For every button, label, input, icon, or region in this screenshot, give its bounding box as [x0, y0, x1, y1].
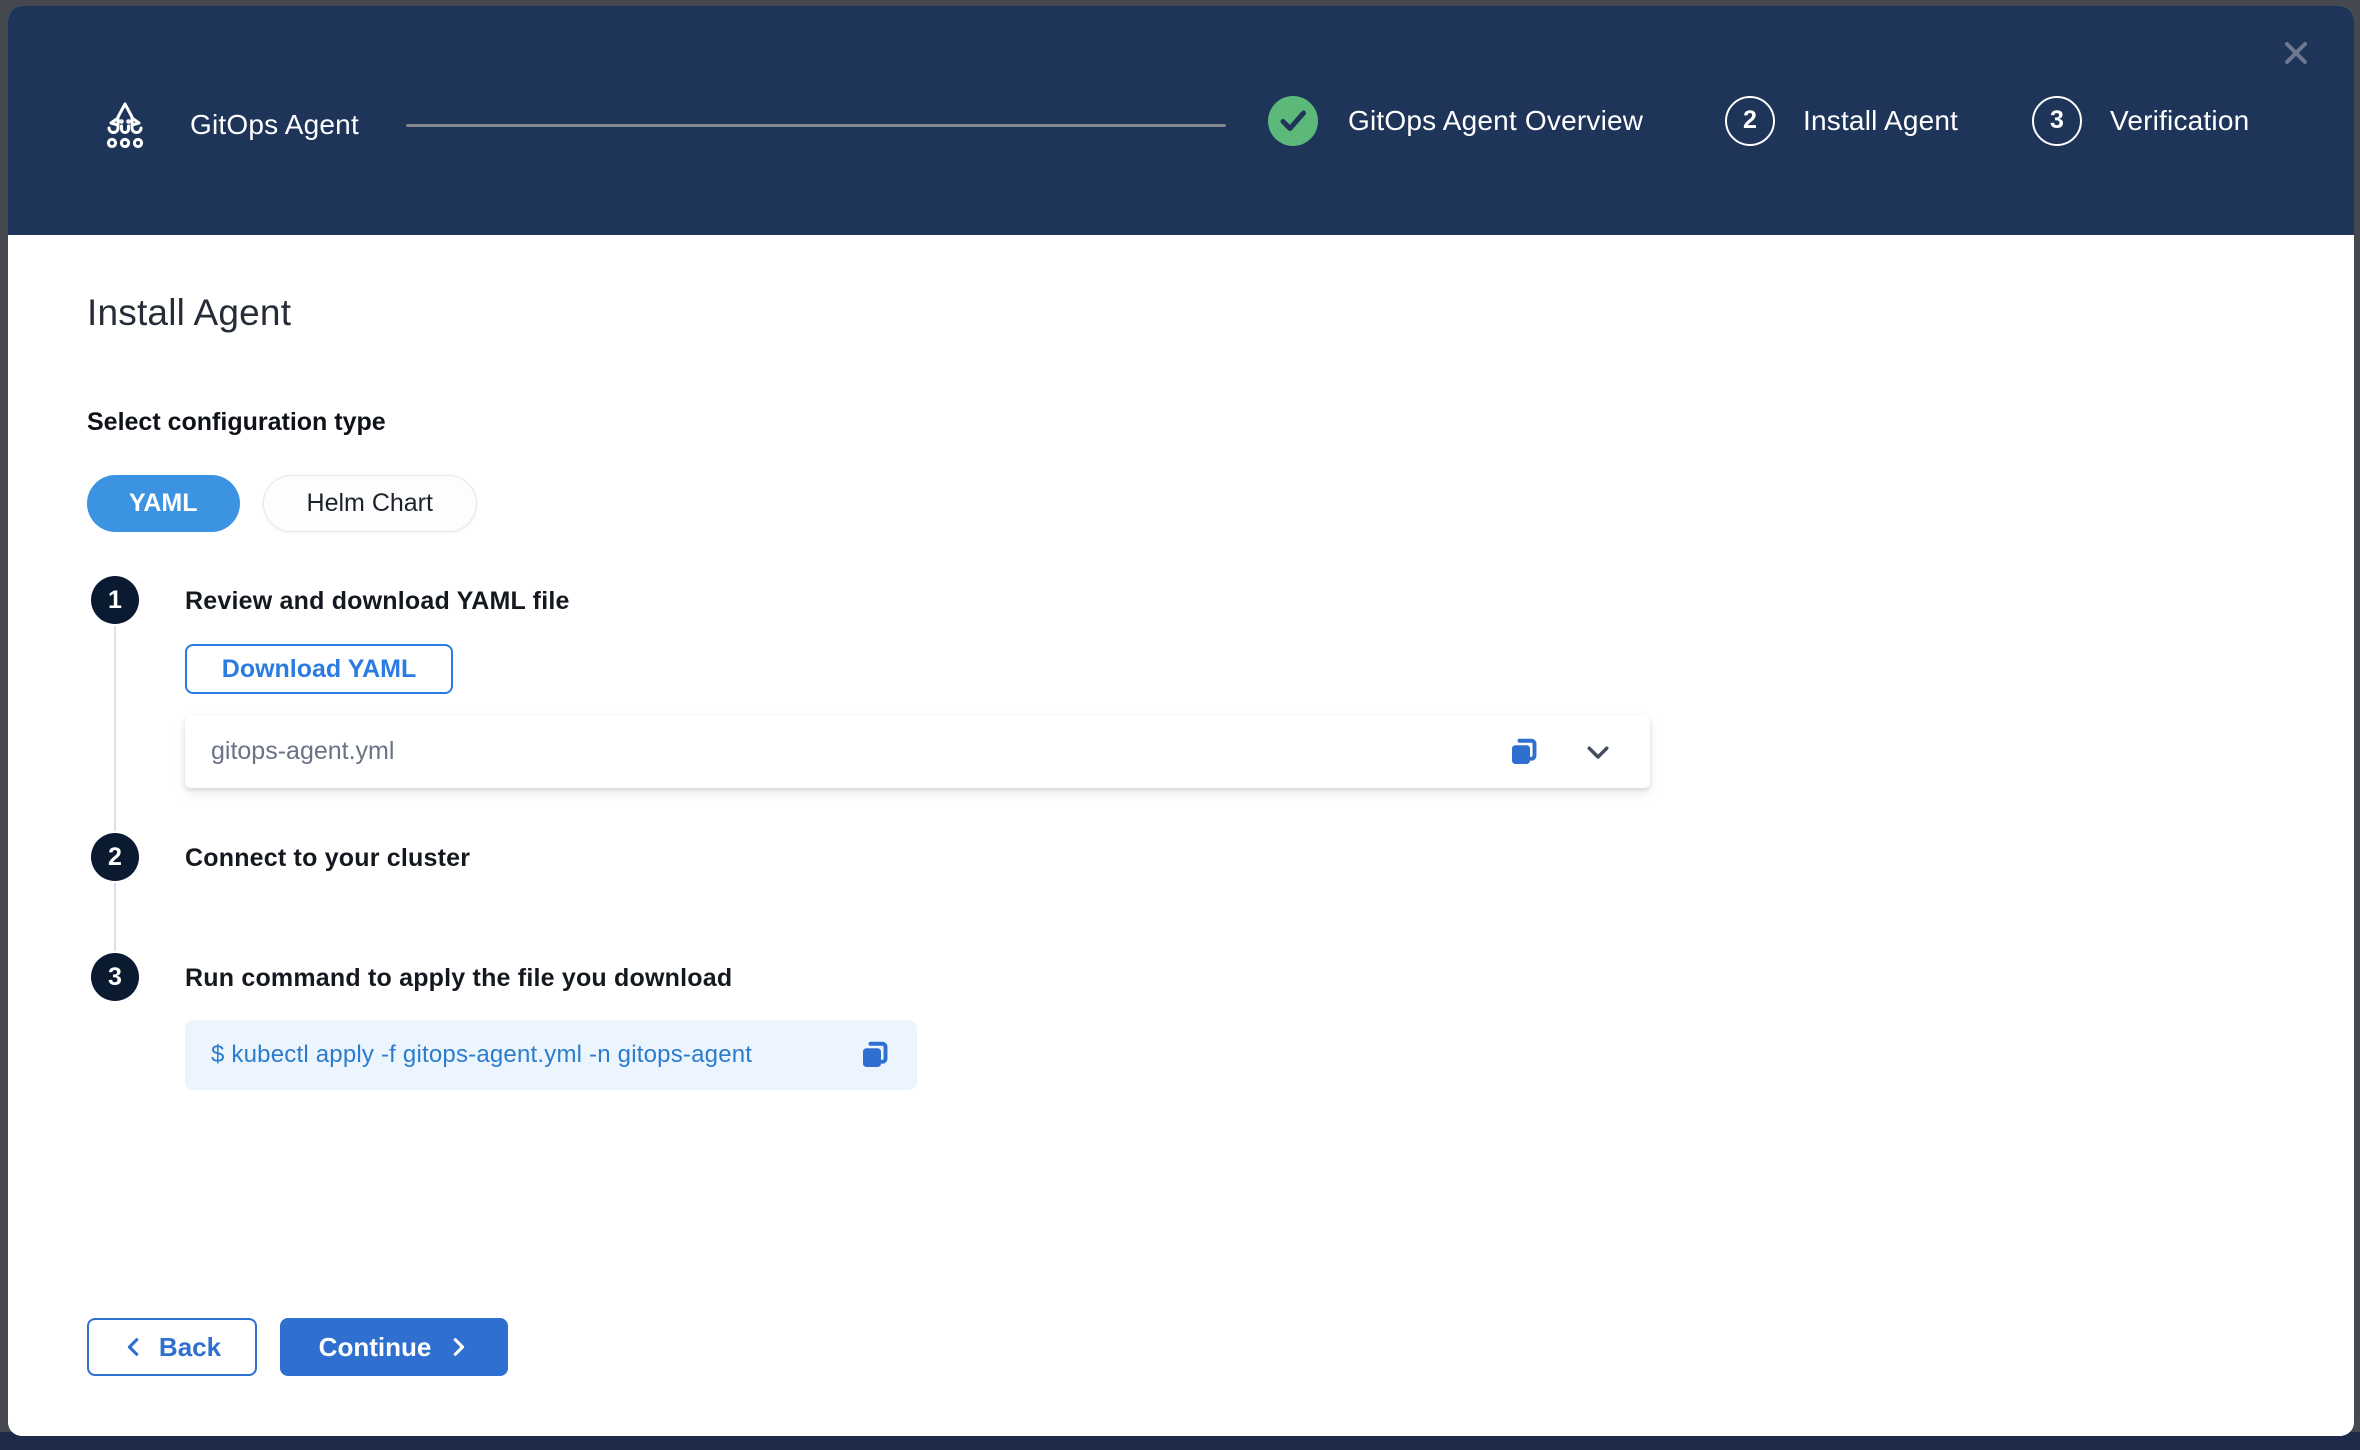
- copy-icon[interactable]: [853, 1033, 897, 1077]
- install-agent-dialog: GitOps Agent GitOps Agent Overview 2 Ins…: [8, 6, 2354, 1436]
- continue-button[interactable]: Continue: [280, 1318, 508, 1376]
- back-button[interactable]: Back: [87, 1318, 257, 1376]
- stepper-step-install-badge[interactable]: 2: [1725, 6, 1775, 235]
- stepper-step-install-label[interactable]: Install Agent: [1803, 6, 1958, 235]
- stepper-step-overview[interactable]: [1268, 6, 1318, 235]
- kubectl-command-panel: $ kubectl apply -f gitops-agent.yml -n g…: [185, 1020, 917, 1090]
- dialog-header: GitOps Agent GitOps Agent Overview 2 Ins…: [8, 6, 2354, 235]
- step-3-circle: 3: [2032, 96, 2082, 146]
- step-connector-line: [114, 883, 116, 951]
- check-circle-icon: [1268, 96, 1318, 146]
- chevron-down-icon[interactable]: [1576, 730, 1620, 774]
- back-button-label: Back: [159, 1332, 221, 1363]
- copy-icon[interactable]: [1502, 730, 1546, 774]
- header-divider-line: [406, 124, 1226, 127]
- dialog-body: Install Agent Select configuration type …: [8, 235, 2354, 1436]
- yaml-file-panel[interactable]: gitops-agent.yml: [185, 715, 1650, 788]
- stepper-step-verification-label[interactable]: Verification: [2110, 6, 2249, 235]
- step-3-badge: 3: [91, 953, 139, 1001]
- toggle-yaml[interactable]: YAML: [87, 475, 240, 532]
- step-3-title: Run command to apply the file you downlo…: [185, 964, 732, 993]
- close-icon[interactable]: [2276, 33, 2316, 73]
- step-2-badge: 2: [91, 833, 139, 881]
- yaml-file-name: gitops-agent.yml: [211, 737, 1502, 766]
- chevron-left-icon: [123, 1336, 145, 1358]
- config-type-toggle: YAML Helm Chart: [87, 475, 477, 532]
- gitops-agent-logo-icon: [96, 96, 154, 154]
- step-2-title: Connect to your cluster: [185, 844, 470, 873]
- step-connector-line: [114, 626, 116, 831]
- stepper-step-verification-badge[interactable]: 3: [2032, 6, 2082, 235]
- page-title: Install Agent: [87, 292, 291, 334]
- step-1-title: Review and download YAML file: [185, 587, 570, 616]
- config-type-label: Select configuration type: [87, 408, 386, 437]
- download-yaml-button[interactable]: Download YAML: [185, 644, 453, 694]
- toggle-helm-chart[interactable]: Helm Chart: [263, 475, 477, 532]
- stepper-step-overview-label[interactable]: GitOps Agent Overview: [1348, 6, 1643, 235]
- step-2-circle: 2: [1725, 96, 1775, 146]
- chevron-right-icon: [447, 1336, 469, 1358]
- step-1-badge: 1: [91, 576, 139, 624]
- header-product-title: GitOps Agent: [190, 109, 359, 141]
- continue-button-label: Continue: [319, 1332, 432, 1363]
- kubectl-command-text: $ kubectl apply -f gitops-agent.yml -n g…: [211, 1041, 853, 1069]
